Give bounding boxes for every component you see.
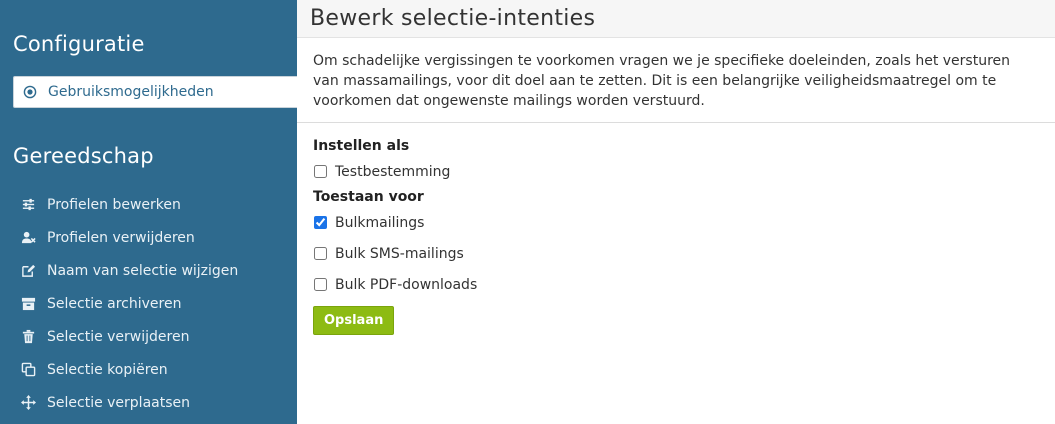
sidebar-item-gebruiksmogelijkheden[interactable]: Gebruiksmogelijkheden: [13, 76, 297, 108]
option-label: Bulk SMS-mailings: [335, 245, 464, 262]
option-label: Bulkmailings: [335, 214, 425, 231]
bulk-pdf-checkbox[interactable]: [314, 278, 327, 291]
tool-selectie-verplaatsen[interactable]: Selectie verplaatsen: [0, 386, 297, 419]
tool-selectie-verwijderen[interactable]: Selectie verwijderen: [0, 320, 297, 353]
tool-label: Selectie kopiëren: [47, 361, 168, 378]
trash-icon: [20, 329, 36, 345]
tool-label: Naam van selectie wijzigen: [47, 262, 239, 279]
tool-profielen-bewerken[interactable]: Profielen bewerken: [0, 188, 297, 221]
move-icon: [20, 395, 36, 411]
option-bulk-pdf[interactable]: Bulk PDF-downloads: [313, 269, 1039, 300]
sliders-icon: [20, 197, 36, 213]
intent-form: Instellen als Testbestemming Toestaan vo…: [297, 123, 1055, 348]
set-as-label: Instellen als: [313, 138, 410, 154]
archive-icon: [20, 296, 36, 312]
target-icon: [23, 85, 37, 99]
testbestemming-checkbox[interactable]: [314, 165, 327, 178]
option-bulk-sms[interactable]: Bulk SMS-mailings: [313, 238, 1039, 269]
allow-for-label: Toestaan voor: [313, 189, 424, 205]
main-content: Bewerk selectie-intenties Om schadelijke…: [297, 0, 1055, 424]
tool-label: Selectie archiveren: [47, 295, 182, 312]
option-testbestemming[interactable]: Testbestemming: [313, 156, 1039, 187]
user-remove-icon: [20, 230, 36, 246]
tool-label: Profielen verwijderen: [47, 229, 195, 246]
sidebar: Configuratie Gebruiksmogelijkheden Geree…: [0, 0, 297, 424]
tool-label: Selectie verwijderen: [47, 328, 190, 345]
sidebar-config-title: Configuratie: [13, 32, 145, 56]
option-bulkmailings[interactable]: Bulkmailings: [313, 207, 1039, 238]
tool-selectie-archiveren[interactable]: Selectie archiveren: [0, 287, 297, 320]
tool-selectie-kopieren[interactable]: Selectie kopiëren: [0, 353, 297, 386]
copy-icon: [20, 362, 36, 378]
bulkmailings-checkbox[interactable]: [314, 216, 327, 229]
tool-list: Profielen bewerken Profielen verwijderen: [0, 188, 297, 419]
tool-profielen-verwijderen[interactable]: Profielen verwijderen: [0, 221, 297, 254]
sidebar-active-label: Gebruiksmogelijkheden: [48, 84, 214, 100]
edit-icon: [20, 263, 36, 279]
tool-naam-wijzigen[interactable]: Naam van selectie wijzigen: [0, 254, 297, 287]
option-label: Bulk PDF-downloads: [335, 276, 478, 293]
save-button[interactable]: Opslaan: [313, 306, 395, 335]
page-header: Bewerk selectie-intenties: [297, 0, 1055, 38]
sidebar-tools-title: Gereedschap: [13, 144, 154, 168]
intro-text: Om schadelijke vergissingen te voorkomen…: [297, 38, 1055, 123]
tool-label: Profielen bewerken: [47, 196, 181, 213]
bulk-sms-checkbox[interactable]: [314, 247, 327, 260]
page-title: Bewerk selectie-intenties: [310, 6, 596, 31]
option-label: Testbestemming: [335, 163, 451, 180]
app: Configuratie Gebruiksmogelijkheden Geree…: [0, 0, 1055, 424]
tool-label: Selectie verplaatsen: [47, 394, 191, 411]
